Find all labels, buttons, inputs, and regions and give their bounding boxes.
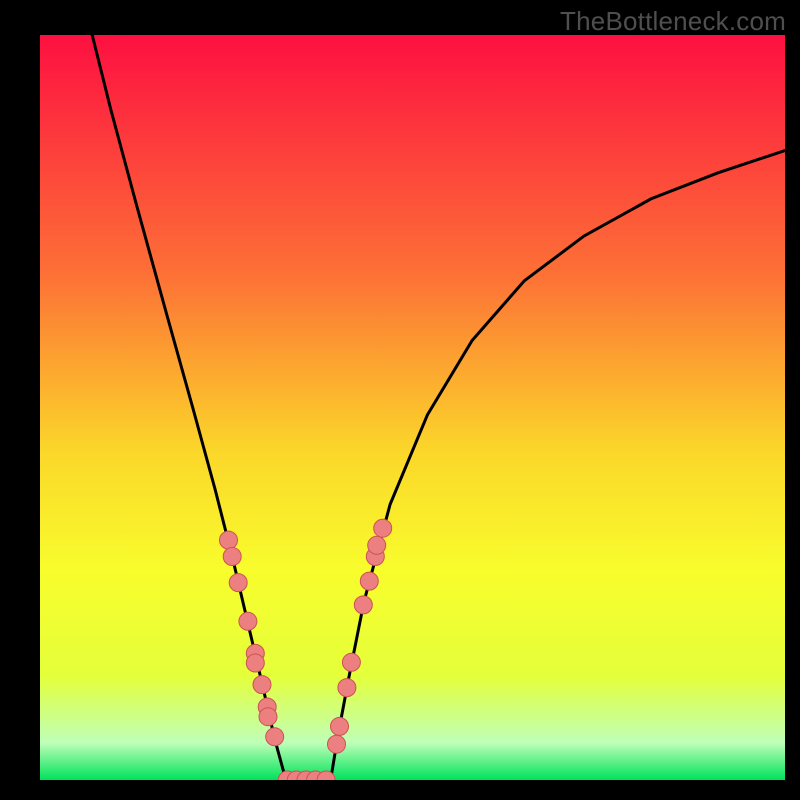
data-point <box>220 531 238 549</box>
data-point <box>368 536 386 554</box>
data-point <box>253 676 271 694</box>
data-point <box>246 654 264 672</box>
data-point <box>259 708 277 726</box>
data-point <box>328 735 346 753</box>
data-point <box>266 728 284 746</box>
data-point <box>223 548 241 566</box>
data-point <box>342 653 360 671</box>
data-point <box>239 612 257 630</box>
data-point <box>229 574 247 592</box>
data-point <box>338 679 356 697</box>
watermark-text: TheBottleneck.com <box>560 6 786 37</box>
data-point <box>360 572 378 590</box>
data-point <box>354 596 372 614</box>
data-point <box>374 519 392 537</box>
outer-frame: TheBottleneck.com <box>0 0 800 800</box>
data-point <box>331 717 349 735</box>
gradient-background <box>40 35 785 780</box>
chart-svg <box>40 35 785 780</box>
plot-area <box>40 35 785 780</box>
